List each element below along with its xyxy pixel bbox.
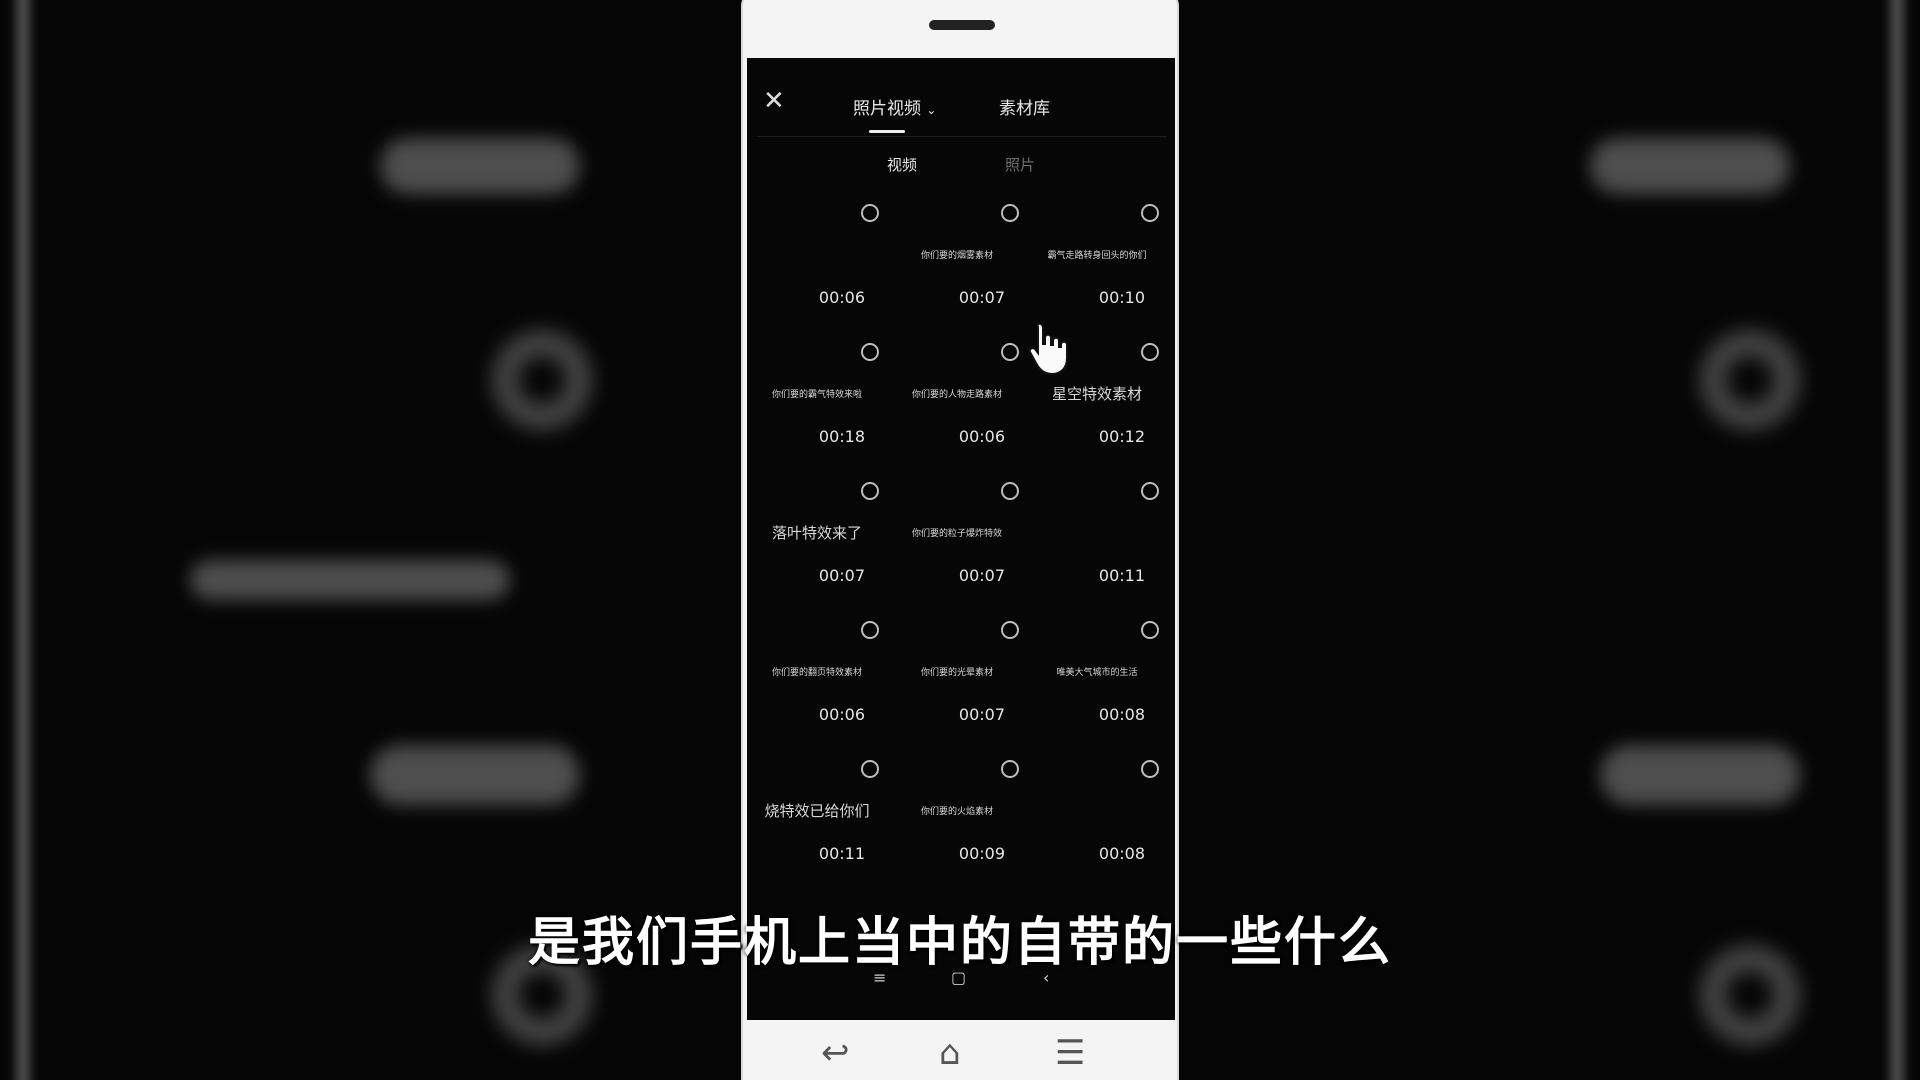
select-circle-icon[interactable] (1001, 343, 1019, 361)
back-arrow-icon[interactable]: ↩ (821, 1036, 850, 1070)
media-item-duration: 00:06 (818, 705, 865, 724)
media-item-duration: 00:08 (1098, 844, 1145, 863)
media-item-caption: 你们要的人物走路素材 (911, 390, 1002, 400)
chevron-down-icon: ⌄ (926, 103, 937, 117)
select-circle-icon[interactable] (1001, 621, 1019, 639)
background-blur-blob (380, 138, 580, 194)
subtab-video[interactable]: 视频 (887, 154, 917, 175)
select-circle-icon[interactable] (861, 760, 879, 778)
video-frame: ✕ 照片视频 ⌄ 素材库 视频 照片 00:06 你们要的烟雾素材 00:07 霸气走… (0, 0, 1920, 1080)
background-blur-blob (1590, 138, 1790, 194)
media-item[interactable]: 你们要的霸气特效来啦 00:18 (747, 327, 887, 466)
active-tab-indicator (869, 130, 905, 133)
tab-photos-videos-label: 照片视频 (853, 99, 921, 119)
media-item[interactable]: 唯美大气城市的生活 00:08 (1027, 605, 1167, 744)
media-item-caption: 你们要的烟雾素材 (920, 251, 993, 261)
media-item[interactable]: 烧特效已给你们 00:11 (747, 744, 887, 883)
tab-photos-videos[interactable]: 照片视频 ⌄ (853, 94, 936, 119)
media-item-duration: 00:07 (958, 288, 1005, 307)
select-circle-icon[interactable] (1001, 760, 1019, 778)
media-item[interactable]: 你们要的光晕素材 00:07 (887, 605, 1027, 744)
media-item-duration: 00:09 (958, 844, 1005, 863)
menu-lines-icon[interactable]: ☰ (1055, 1036, 1085, 1070)
media-item[interactable]: 你们要的火焰素材 00:09 (887, 744, 1027, 883)
select-circle-icon[interactable] (861, 621, 879, 639)
hardware-button-bar: ↩ ⌂ ☰ (743, 1020, 1177, 1080)
tab-material-library[interactable]: 素材库 (999, 94, 1050, 119)
media-item-caption: 你们要的火焰素材 (920, 807, 993, 817)
background-blur-ring (1700, 330, 1800, 430)
media-item[interactable]: 霸气走路转身回头的你们 00:10 (1027, 188, 1167, 327)
media-item[interactable]: 你们要的粒子爆炸特效 00:07 (887, 466, 1027, 605)
background-blur-ring (492, 330, 592, 430)
media-item-duration: 00:08 (1098, 705, 1145, 724)
media-item-duration: 00:10 (1098, 288, 1145, 307)
select-circle-icon[interactable] (1141, 760, 1159, 778)
select-circle-icon[interactable] (1141, 482, 1159, 500)
select-circle-icon[interactable] (1141, 204, 1159, 222)
hand-pointer-icon (1028, 322, 1068, 376)
select-circle-icon[interactable] (861, 204, 879, 222)
media-item-duration: 00:07 (818, 566, 865, 585)
media-item-caption: 你们要的霸气特效来啦 (771, 390, 862, 400)
background-blur-blob (1600, 745, 1800, 805)
select-circle-icon[interactable] (861, 482, 879, 500)
background-blur-blob (370, 745, 580, 805)
phone-speaker (929, 20, 995, 30)
media-item-caption: 星空特效素材 (1051, 385, 1142, 403)
close-icon[interactable]: ✕ (763, 88, 785, 114)
media-item[interactable]: 00:11 (1027, 466, 1167, 605)
media-item-duration: 00:18 (818, 427, 865, 446)
media-item[interactable]: 你们要的翻页特效素材 00:06 (747, 605, 887, 744)
home-outline-icon[interactable]: ⌂ (939, 1036, 961, 1070)
select-circle-icon[interactable] (861, 343, 879, 361)
media-item-caption: 唯美大气城市的生活 (1056, 668, 1138, 678)
media-item-caption: 霸气走路转身回头的你们 (1047, 251, 1147, 261)
media-item-caption: 你们要的翻页特效素材 (771, 668, 862, 678)
select-circle-icon[interactable] (1001, 482, 1019, 500)
video-subtitle: 是我们手机上当中的自带的一些什么 (527, 913, 1392, 973)
media-item-caption: 你们要的粒子爆炸特效 (911, 529, 1002, 539)
media-item-duration: 00:06 (818, 288, 865, 307)
select-circle-icon[interactable] (1141, 343, 1159, 361)
media-item-duration: 00:12 (1098, 427, 1145, 446)
media-item-caption: 落叶特效来了 (771, 524, 862, 542)
media-item-caption: 烧特效已给你们 (764, 802, 870, 820)
media-item-duration: 00:07 (958, 705, 1005, 724)
media-item[interactable]: 00:06 (747, 188, 887, 327)
select-circle-icon[interactable] (1001, 204, 1019, 222)
media-item[interactable]: 你们要的烟雾素材 00:07 (887, 188, 1027, 327)
media-item-duration: 00:11 (1098, 566, 1145, 585)
phone-screen: ✕ 照片视频 ⌄ 素材库 视频 照片 00:06 你们要的烟雾素材 00:07 霸气走… (747, 58, 1175, 1020)
media-item-duration: 00:06 (958, 427, 1005, 446)
media-item[interactable]: 落叶特效来了 00:07 (747, 466, 887, 605)
select-circle-icon[interactable] (1141, 621, 1159, 639)
media-item[interactable]: 你们要的人物走路素材 00:06 (887, 327, 1027, 466)
subtab-photo[interactable]: 照片 (1005, 154, 1035, 175)
media-item-caption: 你们要的光晕素材 (920, 668, 993, 678)
media-item[interactable]: 00:08 (1027, 744, 1167, 883)
header-divider (757, 136, 1167, 137)
background-blur-blob (190, 560, 510, 600)
media-item-duration: 00:07 (958, 566, 1005, 585)
media-item-duration: 00:11 (818, 844, 865, 863)
